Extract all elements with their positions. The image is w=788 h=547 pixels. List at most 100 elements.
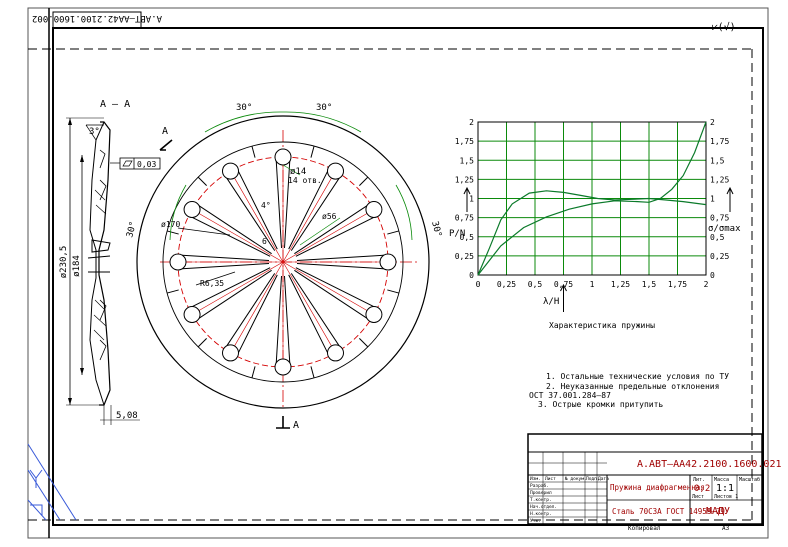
outer-notch: [197, 176, 207, 186]
angle-side-right: 30°: [429, 220, 443, 238]
outer-notch: [251, 145, 256, 158]
chart-y-tick-left: 1,25: [455, 175, 474, 184]
role-5: Утв.: [530, 518, 541, 524]
chart-ylabel-right: σ/σmax: [708, 224, 741, 234]
spoke-centerline: [282, 261, 375, 315]
spring-hole: [327, 344, 344, 362]
outer-notch: [387, 230, 400, 235]
section-letter-top: А: [162, 126, 168, 137]
spring-hole: [183, 306, 201, 323]
spring-hole: [222, 162, 239, 180]
chart-y-tick-left: 2: [469, 118, 474, 127]
chart-title: Характеристика пружины: [549, 321, 655, 330]
x-axis-arrow: [560, 283, 567, 312]
chart-x-tick: 1,25: [611, 280, 630, 289]
chart-x-tick: 0: [476, 280, 481, 289]
chart-y-tick-left: 0,75: [455, 214, 474, 223]
scale-label: Масштаб: [739, 476, 760, 483]
roughness-mark: ⩗(√): [712, 21, 736, 33]
inner-frame: [52, 27, 764, 526]
slot-angle: 4°: [261, 201, 271, 210]
spoke-centerline: [191, 209, 284, 263]
chart-y-tick-right: 0: [710, 271, 715, 280]
r56-dim: ø56: [322, 212, 337, 221]
chart-y-tick-right: 1,5: [710, 156, 725, 165]
spring-hole: [222, 344, 239, 362]
outer-notch: [251, 366, 256, 379]
header-doc: № докум.: [565, 476, 587, 482]
outer-notch: [197, 338, 207, 348]
outer-notch: [166, 230, 179, 235]
chart-x-tick: 0,25: [497, 280, 516, 289]
sheet-label: Лист: [692, 494, 704, 500]
spoke-centerline: [230, 170, 284, 263]
chart-y-tick-left: 1: [469, 195, 474, 204]
mass-label: Масса: [714, 477, 729, 483]
chart-y-tick-left: 1,5: [460, 156, 475, 165]
circle-dim: ø170: [161, 220, 180, 229]
outer-notch: [310, 145, 315, 158]
chart-y-tick-left: 0,25: [455, 252, 474, 261]
chart-y-tick-right: 1,25: [710, 175, 729, 184]
header-list: Лист: [545, 476, 556, 482]
spring-hole: [183, 201, 201, 218]
chart-x-tick: 2: [704, 280, 709, 289]
header-date: Дата: [598, 476, 609, 482]
scale: 1:1: [716, 483, 734, 494]
mass: 0,2: [694, 484, 710, 494]
chart-y-tick-right: 1: [710, 195, 715, 204]
chart-y-tick-right: 0,75: [710, 214, 729, 223]
slot-width: 6: [262, 237, 267, 246]
note-4: 3. Острые кромки притупить: [538, 400, 663, 409]
technical-notes: 1. Остальные технические условия по ТУ 2…: [529, 372, 729, 409]
sheets-label: Листов 1: [714, 494, 738, 500]
angle-left: 30°: [236, 103, 252, 113]
role-4: Н.контр.: [530, 511, 552, 517]
dim-d230: ø230,5: [59, 246, 69, 279]
chart-x-tick: 0,5: [528, 280, 543, 289]
note-3: ОСТ 37.001.284–87: [529, 391, 611, 400]
part-name: Пружина диафрагменная: [610, 483, 705, 492]
spring-hole: [365, 201, 383, 218]
rotated-stamp: А.АВТ–АА42.2100.1600.002: [32, 13, 162, 23]
section-title: А – А: [100, 99, 130, 110]
angle-side-left: 30°: [125, 220, 139, 238]
spring-hole: [169, 253, 187, 271]
spring-hole: [274, 148, 292, 166]
section-view: А – А ø230,5 ø184 3° 0,03 5,08: [59, 99, 161, 425]
spring-hole: [379, 253, 397, 271]
role-3: Нач.отдел.: [530, 504, 557, 510]
outer-notch: [359, 176, 369, 186]
lit-label: Лит.: [693, 477, 705, 483]
main-view: А А 30° 30° 30° 30° ø14 14 отв. 4° 6 ø17…: [125, 103, 443, 431]
chart-x-tick: 1,75: [668, 280, 687, 289]
chart-y-tick-right: 0,25: [710, 252, 729, 261]
drawing-designation: А.АВТ–АА42.2100.1600.021: [637, 459, 782, 470]
outer-notch: [387, 289, 400, 294]
chart-y-tick-right: 2: [710, 118, 715, 127]
chart-x-tick: 1,5: [642, 280, 657, 289]
chart-x-tick: 1: [590, 280, 595, 289]
copied-label: Копировал: [628, 525, 661, 532]
note-2: 2. Неуказанные предельные отклонения: [546, 382, 719, 391]
title-block: А.АВТ–АА42.2100.1600.021 Пружина диафраг…: [527, 433, 782, 532]
chart-y-tick-left: 0: [469, 271, 474, 280]
dim-thickness: 5,08: [116, 411, 138, 421]
header-izm: Изм.: [530, 476, 541, 482]
spring-hole: [327, 162, 344, 180]
spoke-centerline: [191, 261, 284, 315]
drawing-sheet: А.АВТ–АА42.2100.1600.002 ⩗(√) А – А ø230…: [27, 7, 782, 539]
chart-y-tick-left: 1,75: [455, 137, 474, 146]
organization: МАДУ: [706, 506, 730, 517]
chart-y-tick-right: 0,5: [710, 233, 725, 242]
role-1: Проверил: [530, 490, 552, 496]
outer-notch: [359, 338, 369, 348]
flatness-tolerance: 0,03: [137, 160, 156, 169]
note-1: 1. Остальные технические условия по ТУ: [546, 372, 729, 381]
spoke-centerline: [282, 261, 336, 354]
spoke-centerline: [230, 261, 284, 354]
outer-notch: [310, 366, 315, 379]
spring-hole: [274, 358, 292, 376]
chart-xlabel: λ/Н: [543, 297, 559, 307]
role-0: Разраб.: [530, 482, 549, 489]
